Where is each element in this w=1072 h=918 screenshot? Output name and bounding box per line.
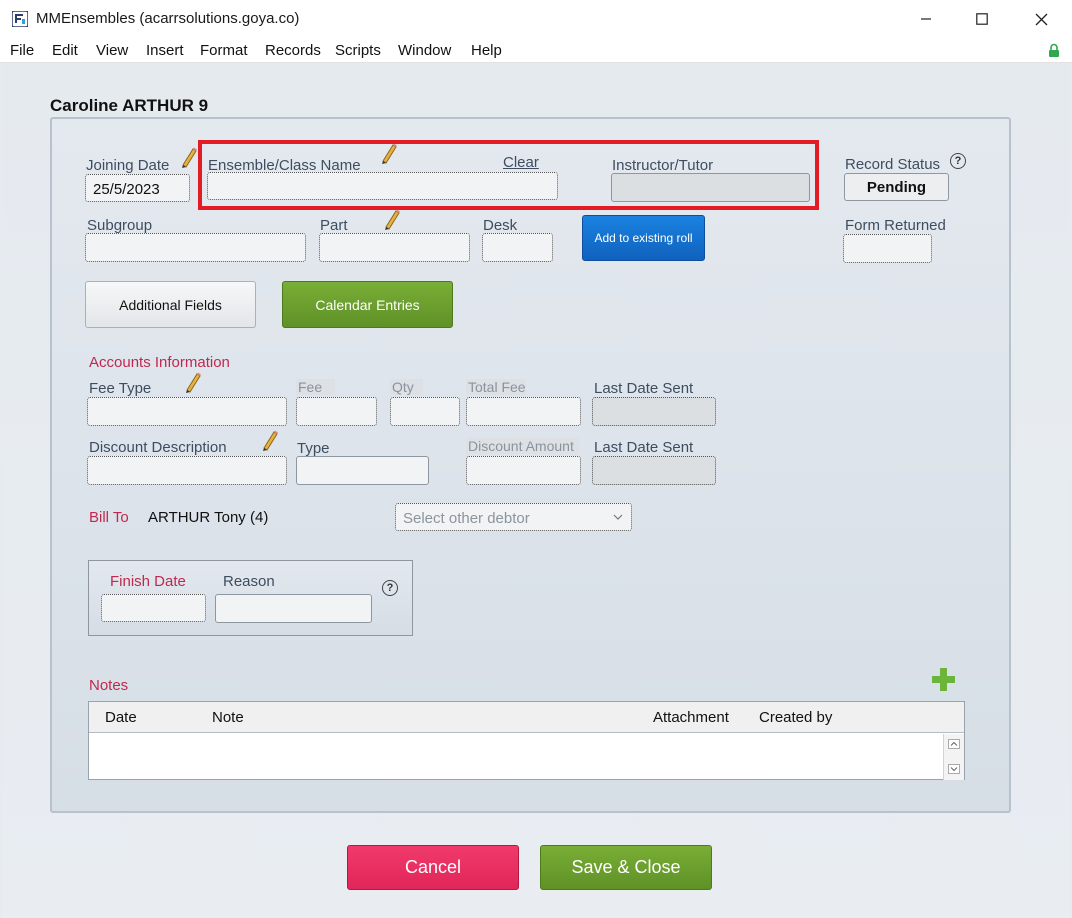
total-fee-field[interactable] — [466, 397, 581, 426]
save-and-close-button[interactable]: Save & Close — [540, 845, 712, 890]
discount-amount-field[interactable] — [466, 456, 581, 485]
menu-file[interactable]: File — [10, 42, 34, 59]
part-label: Part — [320, 217, 348, 234]
fee-type-field[interactable] — [87, 397, 287, 426]
discount-amount-label: Discount Amount — [466, 438, 579, 454]
help-icon[interactable]: ? — [950, 153, 966, 169]
maximize-icon — [976, 13, 988, 25]
record-status-label: Record Status — [845, 156, 941, 173]
menu-insert[interactable]: Insert — [146, 42, 184, 59]
subgroup-label: Subgroup — [87, 217, 153, 234]
joining-date-label: Joining Date — [86, 157, 170, 174]
add-to-existing-roll-button[interactable]: Add to existing roll — [582, 215, 705, 261]
menu-scripts[interactable]: Scripts — [335, 42, 381, 59]
debtor-placeholder: Select other debtor — [403, 510, 530, 527]
menu-bar: File Edit View Insert Format Records Scr… — [0, 38, 1072, 63]
chevron-down-icon — [613, 514, 623, 520]
column-created-by[interactable]: Created by — [759, 709, 832, 726]
type-field[interactable] — [296, 456, 429, 485]
bill-to-label: Bill To — [89, 509, 129, 526]
reason-label: Reason — [223, 573, 275, 590]
select-other-debtor-dropdown[interactable]: Select other debtor — [395, 503, 632, 531]
joining-date-field[interactable]: 25/5/2023 — [85, 174, 190, 202]
cancel-button[interactable]: Cancel — [347, 845, 519, 890]
lock-icon — [1049, 43, 1059, 57]
menu-records[interactable]: Records — [265, 42, 321, 59]
minimize-button[interactable] — [897, 0, 955, 38]
add-note-plus-icon[interactable] — [932, 668, 955, 691]
menu-window[interactable]: Window — [398, 42, 451, 59]
menu-help[interactable]: Help — [471, 42, 502, 59]
subgroup-field[interactable] — [85, 233, 306, 262]
app-logo-icon — [12, 11, 28, 27]
title-bar: MMEnsembles (acarrsolutions.goya.co) — [0, 0, 1072, 38]
highlight-box — [198, 140, 819, 210]
pencil-icon[interactable] — [182, 371, 202, 393]
menu-view[interactable]: View — [96, 42, 128, 59]
fee-field[interactable] — [296, 397, 377, 426]
help-icon[interactable]: ? — [382, 580, 398, 596]
record-status-button[interactable]: Pending — [844, 173, 949, 201]
form-returned-field[interactable] — [843, 234, 932, 263]
discount-description-label: Discount Description — [89, 439, 227, 456]
type-label: Type — [297, 440, 330, 457]
scroll-up-icon[interactable] — [948, 739, 960, 749]
column-date[interactable]: Date — [105, 709, 137, 726]
minimize-icon — [921, 18, 931, 20]
notes-scrollbar[interactable] — [943, 734, 964, 780]
menu-format[interactable]: Format — [200, 42, 248, 59]
form-returned-label: Form Returned — [845, 217, 946, 234]
last-date-sent-label: Last Date Sent — [594, 380, 694, 397]
part-field[interactable] — [319, 233, 470, 262]
column-note[interactable]: Note — [212, 709, 244, 726]
last-date-sent-field[interactable] — [592, 397, 716, 426]
notes-label: Notes — [89, 677, 129, 694]
qty-field[interactable] — [390, 397, 460, 426]
finish-date-field[interactable] — [101, 594, 206, 622]
total-fee-label: Total Fee — [466, 379, 526, 395]
qty-label: Qty — [390, 379, 423, 395]
bill-to-value: ARTHUR Tony (4) — [148, 509, 269, 526]
last-date-sent-field-2[interactable] — [592, 456, 716, 485]
last-date-sent-label-2: Last Date Sent — [594, 439, 694, 456]
calendar-entries-button[interactable]: Calendar Entries — [282, 281, 453, 328]
notes-table: Date Note Attachment Created by — [88, 701, 965, 780]
additional-fields-button[interactable]: Additional Fields — [85, 281, 256, 328]
pencil-icon[interactable] — [178, 146, 198, 168]
fee-label: Fee — [296, 379, 335, 395]
notes-table-header: Date Note Attachment Created by — [89, 702, 964, 733]
close-window-button[interactable] — [1012, 0, 1070, 38]
maximize-button[interactable] — [953, 0, 1011, 38]
close-icon — [1035, 13, 1047, 25]
scroll-down-icon[interactable] — [948, 764, 960, 774]
fee-type-label: Fee Type — [89, 380, 152, 397]
reason-field[interactable] — [215, 594, 372, 623]
pencil-icon[interactable] — [259, 429, 279, 451]
pencil-icon[interactable] — [381, 208, 401, 230]
menu-edit[interactable]: Edit — [52, 42, 78, 59]
accounts-information-label: Accounts Information — [89, 354, 230, 371]
desk-label: Desk — [483, 217, 518, 234]
desk-field[interactable] — [482, 233, 553, 262]
finish-date-label: Finish Date — [110, 573, 186, 590]
column-attachment[interactable]: Attachment — [653, 709, 729, 726]
discount-description-field[interactable] — [87, 456, 287, 485]
window-title: MMEnsembles (acarrsolutions.goya.co) — [36, 10, 300, 27]
record-heading: Caroline ARTHUR 9 — [50, 96, 209, 115]
